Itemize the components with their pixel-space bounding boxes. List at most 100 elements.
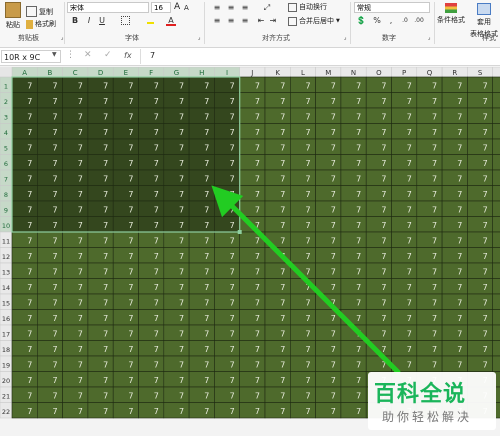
cell[interactable] [36, 386, 63, 403]
cell[interactable] [492, 200, 500, 217]
cell[interactable] [138, 138, 165, 155]
cell[interactable] [112, 92, 139, 109]
cell[interactable] [391, 123, 418, 140]
cell[interactable] [188, 247, 215, 264]
align-middle-icon[interactable]: ≡ [226, 3, 236, 13]
cell[interactable] [264, 154, 291, 171]
cell[interactable] [315, 293, 342, 310]
align-bottom-icon[interactable]: ≡ [240, 3, 250, 13]
cell[interactable] [416, 154, 443, 171]
cell[interactable] [365, 138, 392, 155]
cell[interactable] [416, 123, 443, 140]
cell[interactable] [11, 216, 38, 233]
paste-button[interactable]: 粘贴 [2, 2, 24, 30]
cell[interactable] [365, 216, 392, 233]
cell[interactable] [11, 402, 38, 419]
currency-icon[interactable]: 💲 [356, 16, 366, 26]
cell[interactable] [365, 278, 392, 295]
cell[interactable] [11, 138, 38, 155]
font-dialog-launcher-icon[interactable]: ⌟ [194, 33, 204, 43]
cell[interactable] [62, 216, 89, 233]
cell[interactable] [416, 309, 443, 326]
cell[interactable] [340, 309, 367, 326]
number-dialog-launcher-icon[interactable]: ⌟ [424, 33, 434, 43]
comma-style-icon[interactable]: , [386, 16, 396, 26]
cancel-icon[interactable]: ✕ [84, 50, 92, 60]
cell[interactable] [11, 355, 38, 372]
cell[interactable] [340, 293, 367, 310]
cell[interactable] [467, 247, 493, 264]
cell[interactable] [340, 402, 367, 419]
cell[interactable] [188, 216, 215, 233]
cell[interactable] [138, 107, 165, 124]
cell[interactable] [214, 216, 240, 233]
cell[interactable] [315, 340, 342, 357]
cell[interactable] [214, 76, 240, 93]
cell[interactable] [36, 107, 63, 124]
cell[interactable] [365, 355, 392, 372]
cell[interactable] [416, 107, 443, 124]
cell[interactable] [391, 138, 418, 155]
cell[interactable] [36, 185, 63, 202]
cell[interactable] [163, 278, 190, 295]
cell[interactable] [163, 309, 190, 326]
cell[interactable] [112, 216, 139, 233]
cell[interactable] [138, 371, 165, 388]
cell[interactable] [441, 123, 468, 140]
cell[interactable] [138, 340, 165, 357]
cell[interactable] [315, 309, 342, 326]
cell[interactable] [112, 278, 139, 295]
cell[interactable] [492, 309, 500, 326]
enter-icon[interactable]: ✓ [104, 50, 112, 60]
wrap-text-button[interactable]: 自动换行 [288, 2, 327, 12]
cell[interactable] [264, 309, 291, 326]
cell[interactable] [239, 231, 266, 248]
cell[interactable] [239, 278, 266, 295]
cell[interactable] [62, 262, 89, 279]
cell[interactable] [441, 278, 468, 295]
cell[interactable] [315, 185, 342, 202]
cell[interactable] [112, 169, 139, 186]
cell[interactable] [416, 278, 443, 295]
cell[interactable] [188, 278, 215, 295]
cell[interactable] [62, 402, 89, 419]
cell[interactable] [289, 231, 316, 248]
cell[interactable] [11, 324, 38, 341]
cell[interactable] [87, 309, 114, 326]
cell[interactable] [416, 231, 443, 248]
cell[interactable] [315, 386, 342, 403]
cell[interactable] [239, 309, 266, 326]
cell[interactable] [391, 293, 418, 310]
cell[interactable] [315, 324, 342, 341]
cell[interactable] [188, 231, 215, 248]
cell[interactable] [188, 371, 215, 388]
font-name-select[interactable]: 宋体 [67, 2, 149, 13]
cell[interactable] [289, 200, 316, 217]
cell[interactable] [87, 293, 114, 310]
cell[interactable] [365, 107, 392, 124]
cell[interactable] [416, 324, 443, 341]
cell[interactable] [467, 262, 493, 279]
cell[interactable] [112, 185, 139, 202]
cell[interactable] [36, 154, 63, 171]
copy-button[interactable]: 复制 [26, 6, 53, 17]
cell[interactable] [112, 76, 139, 93]
cell[interactable] [188, 138, 215, 155]
cell[interactable] [239, 123, 266, 140]
cell[interactable] [441, 247, 468, 264]
cell[interactable] [289, 92, 316, 109]
cell[interactable] [87, 278, 114, 295]
cell[interactable] [239, 386, 266, 403]
cell[interactable] [264, 247, 291, 264]
cell[interactable] [264, 371, 291, 388]
cell[interactable] [315, 123, 342, 140]
cell[interactable] [163, 169, 190, 186]
cell[interactable] [391, 262, 418, 279]
cell[interactable] [62, 185, 89, 202]
cell[interactable] [36, 309, 63, 326]
cell[interactable] [315, 355, 342, 372]
cell[interactable] [239, 293, 266, 310]
cell[interactable] [391, 247, 418, 264]
cell[interactable] [467, 216, 493, 233]
cell[interactable] [492, 340, 500, 357]
